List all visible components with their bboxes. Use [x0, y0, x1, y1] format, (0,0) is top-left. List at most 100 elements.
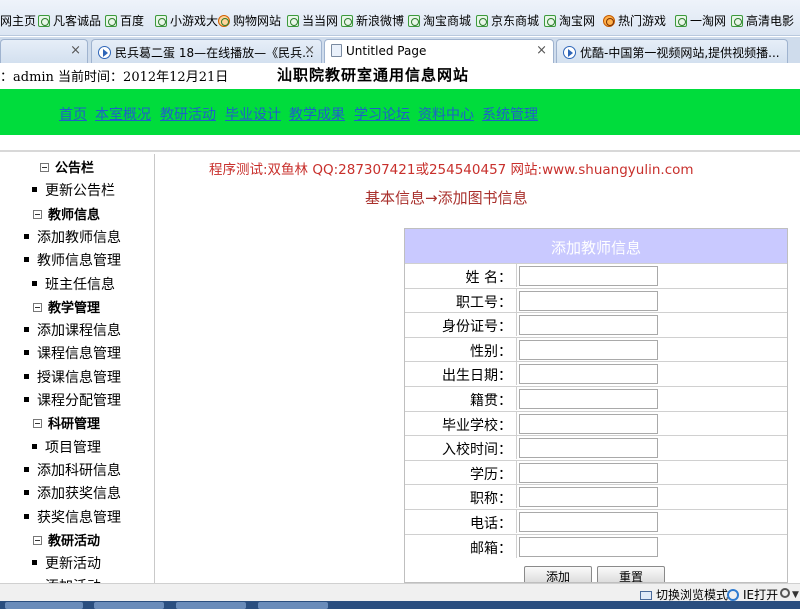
sidebar-category: 科研管理: [33, 413, 100, 432]
field-label: 入校时间：: [405, 436, 517, 460]
favorite-link[interactable]: 淘宝商城: [408, 12, 471, 29]
form-field-input[interactable]: [519, 389, 658, 409]
nav-link[interactable]: 本室概况: [95, 104, 151, 124]
favorite-label: 淘宝网: [559, 14, 596, 28]
tab-close-icon[interactable]: ×: [536, 43, 547, 58]
sidebar-item[interactable]: 更新公告栏: [32, 180, 115, 200]
page-icon: [544, 15, 556, 27]
bullet-icon: [32, 280, 37, 286]
favorite-link[interactable]: 网主页: [0, 12, 36, 29]
nav-link[interactable]: 毕业设计: [225, 104, 281, 124]
sidebar-item[interactable]: 班主任信息: [32, 274, 115, 294]
ie-icon: [727, 589, 739, 601]
browser-tab[interactable]: ×: [0, 39, 88, 63]
page-icon: [731, 15, 743, 27]
form-field-input[interactable]: [519, 290, 658, 311]
page-icon: [341, 15, 353, 27]
bullet-icon: [32, 560, 37, 566]
main-nav: 首页 本室概况 教研活动 毕业设计 教学成果 学习论坛 资料中心 系统管理: [0, 89, 800, 135]
sidebar-item[interactable]: 授课信息管理: [24, 367, 121, 387]
taskbar-button[interactable]: [94, 602, 164, 609]
bullet-icon: [24, 327, 29, 333]
compat-mode-icon: [640, 591, 652, 600]
favorite-label: 淘宝商城: [423, 14, 472, 28]
sidebar-label: 添加获奖信息: [37, 486, 121, 503]
bullet-icon: [24, 373, 29, 379]
nav-link[interactable]: 系统管理: [482, 104, 538, 124]
reset-button[interactable]: 重置: [597, 566, 665, 582]
sidebar-item[interactable]: 教师信息管理: [24, 250, 121, 270]
sidebar-label: 添加教师信息: [37, 229, 121, 246]
favorite-label: 新浪微博: [356, 14, 405, 28]
form-field-input[interactable]: [519, 339, 658, 360]
form-field-input[interactable]: [519, 462, 658, 483]
favorite-link[interactable]: 百度: [105, 12, 144, 29]
nav-link[interactable]: 教学成果: [289, 104, 345, 124]
sidebar-category: 教研活动: [33, 530, 100, 549]
form-field-input[interactable]: [519, 315, 658, 336]
taskbar-button[interactable]: [5, 602, 83, 609]
favorite-link[interactable]: 当当网: [287, 12, 338, 29]
sidebar-item[interactable]: 添加获奖信息: [24, 483, 121, 503]
video-site-icon: [563, 46, 576, 59]
sidebar-label: 公告栏: [55, 161, 95, 176]
favorite-link[interactable]: 高清电影: [731, 12, 794, 29]
favorite-link[interactable]: 新浪微博: [341, 12, 404, 29]
form-field-input[interactable]: [519, 536, 658, 557]
page-icon: [476, 15, 488, 27]
favorite-link[interactable]: 一淘网: [675, 12, 726, 29]
page-icon: [331, 44, 342, 57]
taskbar-button[interactable]: [258, 602, 328, 609]
nav-link[interactable]: 首页: [59, 104, 87, 124]
sidebar-item[interactable]: 更新活动: [32, 553, 101, 573]
tab-close-icon[interactable]: ×: [70, 43, 81, 58]
form-field-input[interactable]: [519, 364, 658, 385]
browser-tab[interactable]: 民兵葛二蛋 18—在线播放—《民兵... ×: [91, 39, 322, 63]
form-field-input[interactable]: [519, 413, 658, 434]
sidebar-item[interactable]: 添加活动: [32, 576, 101, 583]
collapse-icon[interactable]: [40, 163, 49, 172]
collapse-icon[interactable]: [33, 419, 42, 429]
add-teacher-form: 添加教师信息 添加 重置 姓 名： 职工号： 身份证号： 性别： 出生日期： 籍贯： 毕业学…: [404, 228, 788, 583]
favorite-link[interactable]: 购物网站: [218, 12, 281, 29]
collapse-icon[interactable]: [33, 302, 42, 312]
breadcrumb: 基本信息→添加图书信息: [365, 189, 528, 207]
sidebar-category: 教师信息: [33, 204, 100, 223]
sidebar-item[interactable]: 项目管理: [32, 437, 101, 457]
tab-label: Untitled Page: [346, 44, 427, 58]
form-field-input[interactable]: [519, 266, 658, 286]
sidebar-item[interactable]: 添加课程信息: [24, 320, 121, 340]
sidebar-item[interactable]: 课程信息管理: [24, 343, 121, 363]
sidebar-item[interactable]: 课程分配管理: [24, 390, 121, 410]
sidebar-item[interactable]: 获奖信息管理: [24, 507, 121, 527]
form-row: 职称：: [405, 484, 787, 509]
sidebar-item[interactable]: 添加科研信息: [24, 460, 121, 480]
sidebar-item[interactable]: 添加教师信息: [24, 227, 121, 247]
field-label: 电话：: [405, 510, 517, 533]
collapse-icon[interactable]: [33, 535, 42, 545]
favorite-link[interactable]: 凡客诚品: [38, 12, 101, 29]
form-field-input[interactable]: [519, 438, 658, 459]
favorite-link[interactable]: 热门游戏: [603, 12, 666, 29]
add-button[interactable]: 添加: [524, 566, 592, 582]
form-field-input[interactable]: [519, 512, 658, 532]
browser-tab[interactable]: 优酷-中国第一视频网站,提供视频播...: [556, 39, 788, 63]
form-row: 性别：: [405, 336, 787, 361]
nav-link[interactable]: 资料中心: [418, 104, 474, 124]
zoom-button[interactable]: ▼: [780, 586, 799, 600]
collapse-icon[interactable]: [33, 209, 42, 219]
field-label: 职工号：: [405, 288, 517, 312]
field-label: 毕业学校：: [405, 411, 517, 435]
tab-close-icon[interactable]: ×: [304, 43, 315, 58]
favorite-link[interactable]: 京东商城: [476, 12, 539, 29]
bullet-icon: [24, 513, 29, 519]
favorite-link[interactable]: 淘宝网: [544, 12, 595, 29]
favorite-label: 高清电影: [746, 14, 795, 28]
favorite-link[interactable]: 小游戏大: [155, 12, 218, 29]
sidebar-label: 项目管理: [45, 439, 101, 456]
taskbar-button[interactable]: [176, 602, 246, 609]
nav-link[interactable]: 教研活动: [160, 104, 216, 124]
form-field-input[interactable]: [519, 487, 658, 508]
browser-tab[interactable]: Untitled Page ×: [324, 39, 554, 63]
nav-link[interactable]: 学习论坛: [354, 104, 410, 124]
